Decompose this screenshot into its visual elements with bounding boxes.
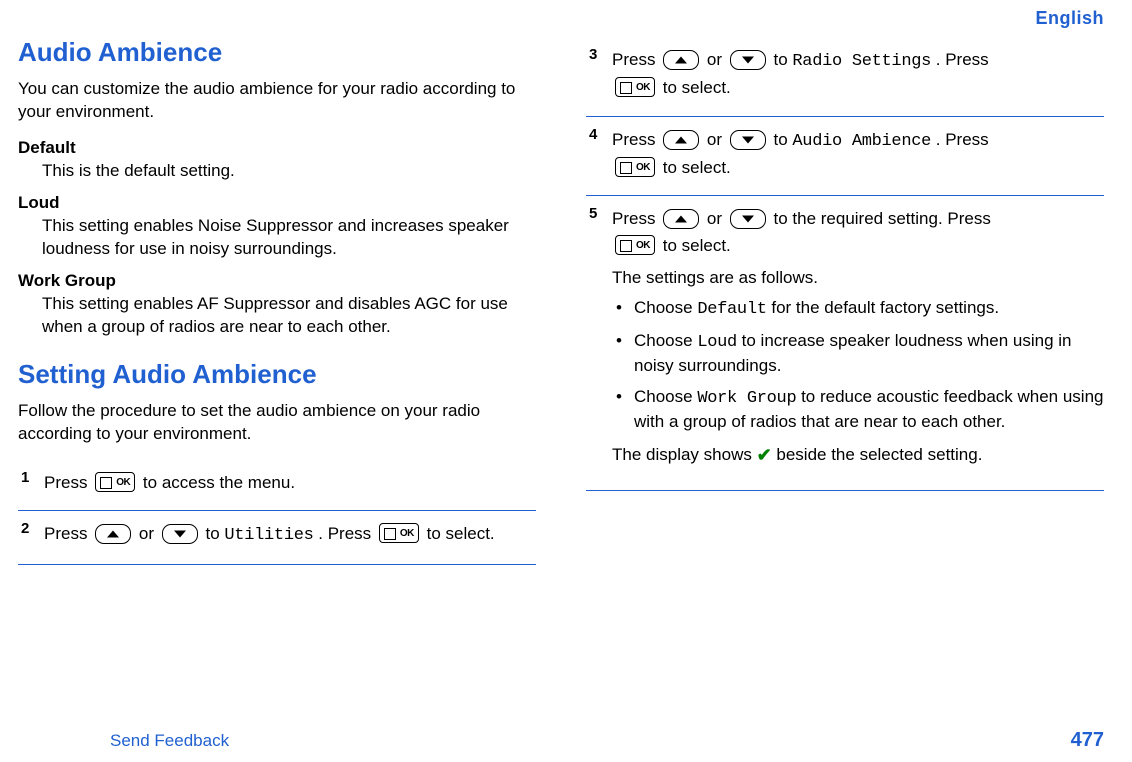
audio-ambience-intro: You can customize the audio ambience for… bbox=[18, 78, 536, 124]
ok-button-icon bbox=[379, 523, 419, 543]
send-feedback-link[interactable]: Send Feedback bbox=[110, 731, 229, 751]
ok-button-icon bbox=[615, 77, 655, 97]
list-item: Choose Loud to increase speaker loudness… bbox=[612, 330, 1104, 378]
step-number: 1 bbox=[21, 466, 29, 489]
option-loud: Loud bbox=[697, 333, 737, 352]
ok-button-icon bbox=[95, 472, 135, 492]
mode-loud-desc: This setting enables Noise Suppressor an… bbox=[42, 215, 536, 261]
step-1-text-a: Press bbox=[44, 473, 92, 492]
bullet-pre: Choose bbox=[634, 387, 697, 406]
step-2-text-or: or bbox=[139, 524, 159, 543]
left-column: Audio Ambience You can customize the aud… bbox=[18, 37, 536, 565]
step-3-text-to: to bbox=[774, 50, 793, 69]
step-2-text-a: Press bbox=[44, 524, 92, 543]
page-root: English Audio Ambience You can customize… bbox=[0, 0, 1132, 565]
down-arrow-icon bbox=[730, 50, 766, 70]
page-footer: Send Feedback 477 bbox=[0, 729, 1132, 752]
up-arrow-icon bbox=[663, 130, 699, 150]
menu-radio-settings: Radio Settings bbox=[792, 52, 931, 71]
step-4-text-or: or bbox=[707, 130, 727, 149]
page-number: 477 bbox=[1071, 729, 1104, 752]
mode-workgroup-term: Work Group bbox=[18, 271, 536, 291]
step-3-text-a: Press bbox=[612, 50, 660, 69]
down-arrow-icon bbox=[730, 130, 766, 150]
down-arrow-icon bbox=[162, 524, 198, 544]
setting-audio-ambience-heading: Setting Audio Ambience bbox=[18, 359, 536, 390]
display-post: beside the selected setting. bbox=[772, 445, 983, 464]
option-work-group: Work Group bbox=[697, 389, 796, 408]
bullet-pre: Choose bbox=[634, 298, 697, 317]
bullet-pre: Choose bbox=[634, 331, 697, 350]
steps-right: 3 Press or to Radio Settings . Press to … bbox=[586, 37, 1104, 491]
step-3: 3 Press or to Radio Settings . Press to … bbox=[586, 37, 1104, 116]
mode-default-desc: This is the default setting. bbox=[42, 160, 536, 183]
step-number: 4 bbox=[589, 123, 597, 146]
step-number: 5 bbox=[589, 202, 597, 225]
up-arrow-icon bbox=[663, 50, 699, 70]
up-arrow-icon bbox=[663, 209, 699, 229]
step-1-text-b: to access the menu. bbox=[143, 473, 295, 492]
step-3-text-tail: to select. bbox=[663, 78, 731, 97]
step-4-text-p2: . Press bbox=[936, 130, 989, 149]
language-label: English bbox=[18, 8, 1104, 29]
step-3-text-or: or bbox=[707, 50, 727, 69]
step-4-text-tail: to select. bbox=[663, 158, 731, 177]
up-arrow-icon bbox=[95, 524, 131, 544]
step-5-text-tail: to select. bbox=[663, 236, 731, 255]
step-4-text-to: to bbox=[774, 130, 793, 149]
ok-button-icon bbox=[615, 235, 655, 255]
option-default: Default bbox=[697, 300, 766, 319]
audio-ambience-heading: Audio Ambience bbox=[18, 37, 536, 68]
two-column-layout: Audio Ambience You can customize the aud… bbox=[18, 37, 1104, 565]
step-5-text-or: or bbox=[707, 209, 727, 228]
step-number: 3 bbox=[589, 43, 597, 66]
step-5-text-to: to the required setting. Press bbox=[774, 209, 991, 228]
step-2-text-to: to bbox=[206, 524, 225, 543]
step-4: 4 Press or to Audio Ambience . Press to … bbox=[586, 116, 1104, 196]
step-5-text-a: Press bbox=[612, 209, 660, 228]
right-column: 3 Press or to Radio Settings . Press to … bbox=[586, 37, 1104, 565]
setting-audio-ambience-intro: Follow the procedure to set the audio am… bbox=[18, 400, 536, 446]
display-pre: The display shows bbox=[612, 445, 757, 464]
list-item: Choose Work Group to reduce acoustic fee… bbox=[612, 386, 1104, 434]
mode-workgroup-desc: This setting enables AF Suppressor and d… bbox=[42, 293, 536, 339]
bullet-post: for the default factory settings. bbox=[767, 298, 999, 317]
menu-audio-ambience: Audio Ambience bbox=[792, 132, 931, 151]
ok-button-icon bbox=[615, 157, 655, 177]
step-4-text-a: Press bbox=[612, 130, 660, 149]
step-5: 5 Press or to the required setting. Pres… bbox=[586, 195, 1104, 491]
mode-default-term: Default bbox=[18, 138, 536, 158]
steps-left: 1 Press to access the menu. 2 Press or t… bbox=[18, 460, 536, 565]
mode-loud-term: Loud bbox=[18, 193, 536, 213]
display-note: The display shows ✔ beside the selected … bbox=[612, 442, 1104, 470]
checkmark-icon: ✔ bbox=[757, 442, 772, 470]
step-2: 2 Press or to Utilities . Press to selec… bbox=[18, 510, 536, 564]
step-2-text-tail: to select. bbox=[427, 524, 495, 543]
menu-utilities: Utilities bbox=[224, 526, 313, 545]
step-number: 2 bbox=[21, 517, 29, 540]
down-arrow-icon bbox=[730, 209, 766, 229]
step-1: 1 Press to access the menu. bbox=[18, 460, 536, 510]
step-3-text-p2: . Press bbox=[936, 50, 989, 69]
step-2-text-p2: . Press bbox=[318, 524, 376, 543]
list-item: Choose Default for the default factory s… bbox=[612, 297, 1104, 322]
modes-definition-list: Default This is the default setting. Lou… bbox=[18, 138, 536, 339]
settings-lead: The settings are as follows. bbox=[612, 265, 1104, 291]
settings-bullets: Choose Default for the default factory s… bbox=[612, 297, 1104, 434]
